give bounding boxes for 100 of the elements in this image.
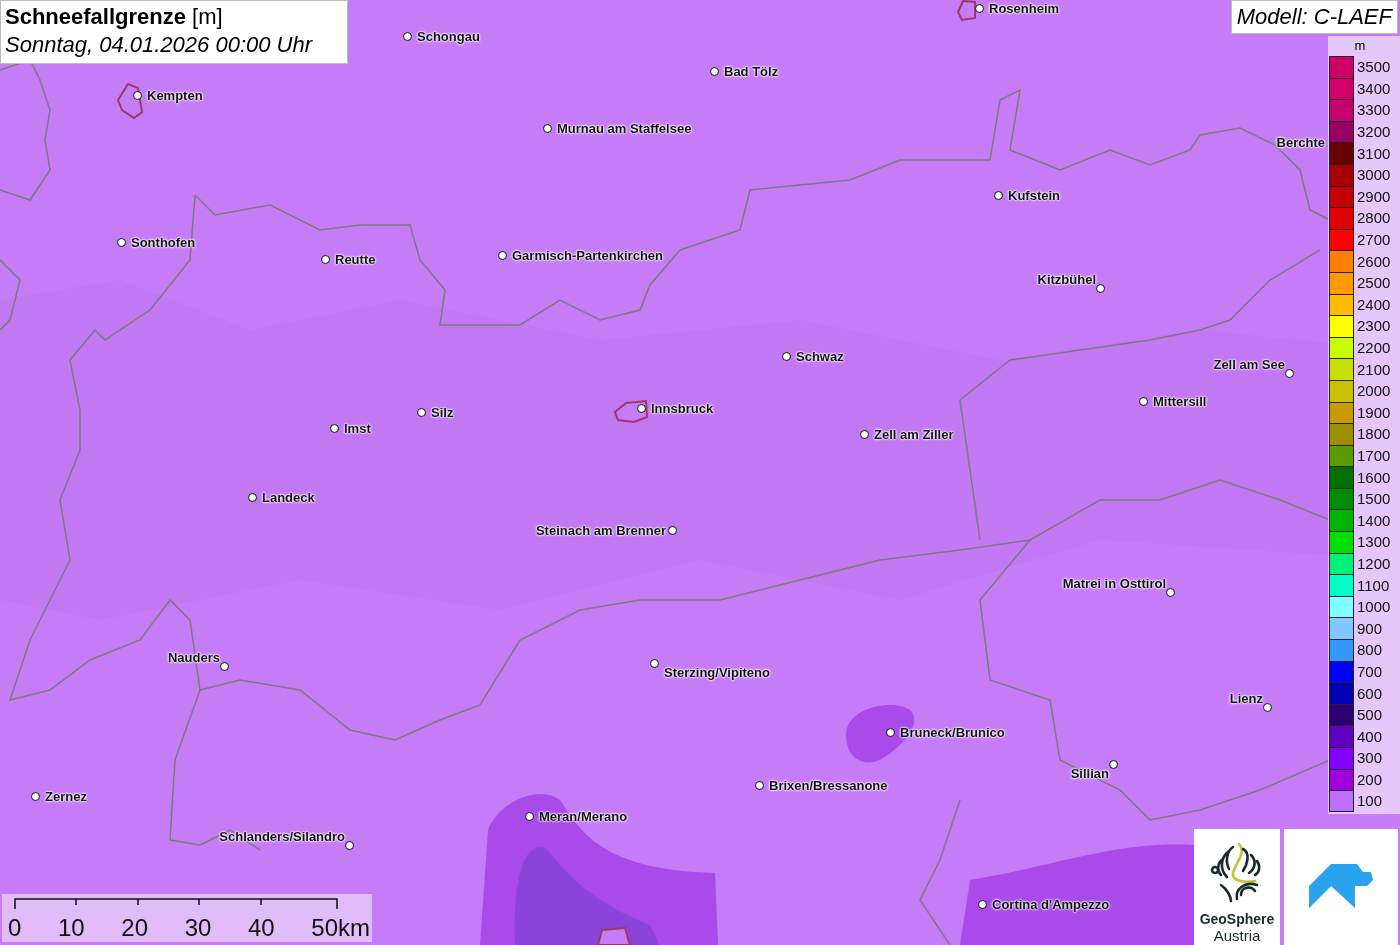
scale-label: 50km (311, 914, 370, 942)
city-label: Zernez (45, 789, 87, 805)
city-label: Cortina d'Ampezzo (992, 897, 1110, 913)
map-title: Schneefallgrenze [m] (5, 3, 224, 31)
logo-subname: Austria (1213, 927, 1261, 945)
city-marker-icon (403, 32, 412, 41)
city-label: Sillian (1070, 766, 1109, 782)
legend-label: 3200 (1357, 123, 1391, 141)
city-label: Sterzing/Vipiteno (664, 665, 770, 681)
city-marker-icon (668, 526, 677, 535)
city-label: Steinach am Brenner (535, 523, 666, 539)
city-label: Garmisch-Partenkirchen (512, 248, 663, 264)
legend-label: 400 (1357, 727, 1383, 745)
legend-label: 1000 (1357, 598, 1391, 616)
legend-label: 3400 (1357, 79, 1391, 97)
legend-label: 2400 (1357, 295, 1391, 313)
city-label: Innsbruck (651, 401, 714, 417)
legend-label: 800 (1357, 641, 1383, 659)
legend-label: 2500 (1357, 274, 1391, 292)
scale-label: 0 (8, 914, 22, 942)
city-label: Schwaz (796, 349, 844, 365)
scale-label: 40 (247, 914, 275, 942)
city-label: Murnau am Staffelsee (557, 121, 692, 137)
legend-label: 1900 (1357, 403, 1391, 421)
city-label: Bad Tölz (724, 64, 779, 80)
city-marker-icon (543, 124, 552, 133)
legend-label: 100 (1357, 792, 1383, 810)
legend-label: 3000 (1357, 166, 1391, 184)
city-label: Bruneck/Brunico (900, 725, 1005, 741)
legend-label: 200 (1357, 770, 1383, 788)
logo-name: GeoSphere (1199, 911, 1275, 927)
legend-label: 500 (1357, 706, 1383, 724)
legend-label: 2100 (1357, 360, 1391, 378)
map-date: Sonntag, 04.01.2026 00:00 Uhr (5, 31, 314, 59)
city-marker-icon (978, 900, 987, 909)
legend-label: 1600 (1357, 468, 1391, 486)
city-marker-icon (345, 841, 354, 850)
legend-label: 2700 (1357, 231, 1391, 249)
city-marker-icon (133, 91, 142, 100)
scale-label: 30 (184, 914, 212, 942)
city-label: Imst (344, 421, 371, 437)
scale-label: 20 (121, 914, 148, 942)
city-label: Schlanders/Silandro (219, 829, 345, 845)
town-outline (116, 82, 144, 120)
city-label: Schongau (417, 29, 480, 45)
city-marker-icon (710, 67, 719, 76)
legend-label: 1700 (1357, 447, 1391, 464)
legend-label: 2300 (1357, 317, 1391, 335)
legend-label: 2800 (1357, 209, 1391, 227)
city-marker-icon (975, 4, 984, 13)
town-outline (613, 399, 649, 424)
city-marker-icon (860, 430, 869, 439)
legend-label: 3300 (1357, 101, 1391, 119)
city-label: Silz (431, 405, 454, 421)
legend-label: 3100 (1357, 144, 1391, 162)
city-marker-icon (994, 191, 1003, 200)
city-marker-icon (117, 238, 126, 247)
city-label: Brixen/Bressanone (769, 778, 888, 794)
city-marker-icon (498, 251, 507, 260)
city-label: Zell am Ziller (874, 427, 954, 443)
legend-label: 1400 (1357, 511, 1391, 529)
mountain-cloud-logo-icon (1309, 864, 1373, 910)
legend-label: 3500 (1357, 58, 1391, 76)
legend-label: 1300 (1357, 533, 1391, 551)
legend-label: 1800 (1357, 425, 1391, 443)
city-label: Meran/Merano (539, 809, 628, 825)
city-marker-icon (637, 404, 646, 413)
city-marker-icon (1109, 760, 1118, 769)
city-marker-icon (330, 424, 339, 433)
city-label: Nauders (167, 650, 220, 666)
legend-label: 1200 (1357, 554, 1391, 572)
city-marker-icon (1263, 703, 1272, 712)
city-marker-icon (886, 728, 895, 737)
city-marker-icon (31, 792, 40, 801)
city-marker-icon (1096, 284, 1105, 293)
legend-label: 1500 (1357, 490, 1391, 508)
city-label: Kufstein (1008, 188, 1060, 204)
city-label: Mittersill (1153, 394, 1207, 410)
city-marker-icon (220, 662, 229, 671)
legend-label: 300 (1357, 749, 1383, 767)
legend-label: 1100 (1357, 576, 1390, 594)
city-marker-icon (248, 493, 257, 502)
model-label: Modell: C-LAEF (1230, 0, 1398, 34)
city-label: Lienz (1229, 691, 1263, 707)
city-marker-icon (417, 408, 426, 417)
city-marker-icon (755, 781, 764, 790)
city-marker-icon (1139, 397, 1148, 406)
city-label: Matrei in Osttirol (1062, 576, 1166, 592)
scale-label: 10 (58, 914, 85, 942)
city-label: Landeck (262, 490, 315, 506)
city-marker-icon (782, 352, 791, 361)
legend-unit: m (1353, 37, 1367, 55)
city-marker-icon (1285, 369, 1294, 378)
legend-label: 2900 (1357, 187, 1391, 205)
city-label: Zell am See (1213, 357, 1285, 373)
city-label: Kitzbühel (1037, 272, 1096, 288)
city-label: Kempten (147, 88, 203, 104)
city-marker-icon (650, 659, 659, 668)
legend-label: 2600 (1357, 252, 1391, 270)
legend-label: 700 (1357, 662, 1383, 680)
